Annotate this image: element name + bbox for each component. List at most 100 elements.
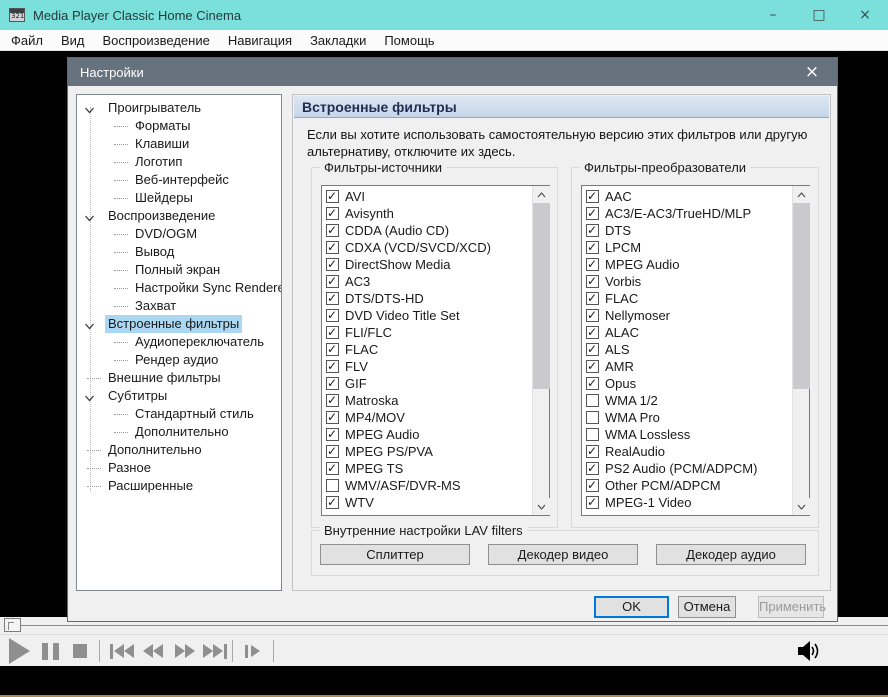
checkbox-checked-icon[interactable] <box>326 342 339 357</box>
ok-button[interactable]: OK <box>594 596 669 618</box>
chevron-down-icon[interactable] <box>84 103 95 114</box>
transform-filter-row[interactable]: PS2 Audio (PCM/ADPCM) <box>582 460 792 477</box>
skip-forward-button[interactable] <box>203 635 227 667</box>
checkbox-unchecked-icon[interactable] <box>586 428 599 441</box>
minimize-button[interactable]: – <box>750 0 796 30</box>
checkbox-checked-icon[interactable] <box>586 291 599 306</box>
checkbox-unchecked-icon[interactable] <box>326 479 339 492</box>
checkbox-checked-icon[interactable] <box>326 240 339 255</box>
tree-item-formats[interactable]: Форматы <box>77 117 281 135</box>
transform-filter-row[interactable]: Nellymoser <box>582 307 792 324</box>
checkbox-checked-icon[interactable] <box>586 342 599 357</box>
transform-filter-row[interactable]: AMR <box>582 358 792 375</box>
frame-step-button[interactable] <box>245 635 260 667</box>
checkbox-checked-icon[interactable] <box>326 427 339 442</box>
pause-button[interactable] <box>42 635 59 667</box>
checkbox-unchecked-icon[interactable] <box>586 394 599 407</box>
source-filter-row[interactable]: MPEG TS <box>322 460 532 477</box>
checkbox-checked-icon[interactable] <box>586 206 599 221</box>
source-filter-row[interactable]: Avisynth <box>322 205 532 222</box>
menu-navigation[interactable]: Навигация <box>219 30 301 51</box>
checkbox-checked-icon[interactable] <box>326 461 339 476</box>
transform-filter-row[interactable]: MPEG Audio <box>582 256 792 273</box>
transform-filter-row[interactable]: ALAC <box>582 324 792 341</box>
maximize-button[interactable]: □ <box>796 0 842 30</box>
tree-item-subtitles[interactable]: Субтитры <box>77 387 281 405</box>
seek-track[interactable] <box>21 625 888 626</box>
checkbox-checked-icon[interactable] <box>326 376 339 391</box>
stop-button[interactable] <box>73 635 87 667</box>
checkbox-checked-icon[interactable] <box>326 274 339 289</box>
play-button[interactable] <box>9 635 30 667</box>
checkbox-checked-icon[interactable] <box>326 393 339 408</box>
source-filter-row[interactable]: GIF <box>322 375 532 392</box>
chevron-down-icon[interactable] <box>84 211 95 222</box>
checkbox-checked-icon[interactable] <box>586 240 599 255</box>
checkbox-checked-icon[interactable] <box>586 308 599 323</box>
checkbox-checked-icon[interactable] <box>586 257 599 272</box>
checkbox-checked-icon[interactable] <box>586 376 599 391</box>
volume-mute-icon[interactable] <box>796 639 822 663</box>
source-filter-row[interactable]: MP4/MOV <box>322 409 532 426</box>
scroll-down-icon[interactable] <box>533 498 550 515</box>
tree-item-internal-filters[interactable]: Встроенные фильтры <box>77 315 281 333</box>
scroll-up-icon[interactable] <box>533 186 550 203</box>
checkbox-checked-icon[interactable] <box>326 495 339 510</box>
checkbox-checked-icon[interactable] <box>326 189 339 204</box>
tree-item-keys[interactable]: Клавиши <box>77 135 281 153</box>
transform-filter-row[interactable]: AAC <box>582 188 792 205</box>
checkbox-checked-icon[interactable] <box>586 359 599 374</box>
transform-filter-row[interactable]: WMA Lossless <box>582 426 792 443</box>
source-filter-row[interactable]: DTS/DTS-HD <box>322 290 532 307</box>
source-filter-row[interactable]: FLI/FLC <box>322 324 532 341</box>
source-filter-row[interactable]: AVI <box>322 188 532 205</box>
transform-filter-row[interactable]: FLAC <box>582 290 792 307</box>
transform-filter-row[interactable]: Opus <box>582 375 792 392</box>
checkbox-checked-icon[interactable] <box>326 308 339 323</box>
transform-filter-row[interactable]: WMA 1/2 <box>582 392 792 409</box>
tree-item-player[interactable]: Проигрыватель <box>77 99 281 117</box>
transform-filter-row[interactable]: Other PCM/ADPCM <box>582 477 792 494</box>
transform-filter-row[interactable]: RealAudio <box>582 443 792 460</box>
tree-item-default-style[interactable]: Стандартный стиль <box>77 405 281 423</box>
lav-splitter-button[interactable]: Сплиттер <box>320 544 470 565</box>
tree-item-fullscreen[interactable]: Полный экран <box>77 261 281 279</box>
transform-filter-row[interactable]: AC3/E-AC3/TrueHD/MLP <box>582 205 792 222</box>
tree-item-logo[interactable]: Логотип <box>77 153 281 171</box>
checkbox-checked-icon[interactable] <box>326 325 339 340</box>
tree-item-dvd-ogm[interactable]: DVD/OGM <box>77 225 281 243</box>
tree-item-sync-renderer[interactable]: Настройки Sync Renderer <box>77 279 281 297</box>
tree-item-audio-renderer[interactable]: Рендер аудио <box>77 351 281 369</box>
transform-filter-row[interactable]: WMA Pro <box>582 409 792 426</box>
source-filter-row[interactable]: MPEG Audio <box>322 426 532 443</box>
scrollbar[interactable] <box>532 186 550 515</box>
scrollbar-thumb[interactable] <box>533 203 550 389</box>
apply-button[interactable]: Применить <box>758 596 826 618</box>
source-filter-row[interactable]: CDXA (VCD/SVCD/XCD) <box>322 239 532 256</box>
scroll-up-icon[interactable] <box>793 186 810 203</box>
checkbox-checked-icon[interactable] <box>326 206 339 221</box>
source-filter-row[interactable]: WTV <box>322 494 532 511</box>
scrollbar[interactable] <box>792 186 810 515</box>
source-filter-row[interactable]: AC3 <box>322 273 532 290</box>
lav-audio-decoder-button[interactable]: Декодер аудио <box>656 544 806 565</box>
transform-filter-row[interactable]: Vorbis <box>582 273 792 290</box>
menu-playback[interactable]: Воспроизведение <box>94 30 219 51</box>
tree-item-subtitles-misc[interactable]: Дополнительно <box>77 423 281 441</box>
checkbox-checked-icon[interactable] <box>326 359 339 374</box>
close-button[interactable]: × <box>842 0 888 30</box>
tree-item-tweaks[interactable]: Дополнительно <box>77 441 281 459</box>
checkbox-checked-icon[interactable] <box>326 257 339 272</box>
increase-rate-button[interactable] <box>175 635 195 667</box>
tree-item-shaders[interactable]: Шейдеры <box>77 189 281 207</box>
checkbox-checked-icon[interactable] <box>586 495 599 510</box>
scroll-down-icon[interactable] <box>793 498 810 515</box>
transform-filter-row[interactable]: ALS <box>582 341 792 358</box>
transform-filter-row[interactable]: LPCM <box>582 239 792 256</box>
checkbox-checked-icon[interactable] <box>586 189 599 204</box>
checkbox-checked-icon[interactable] <box>586 223 599 238</box>
menu-view[interactable]: Вид <box>52 30 94 51</box>
checkbox-checked-icon[interactable] <box>586 444 599 459</box>
tree-item-playback[interactable]: Воспроизведение <box>77 207 281 225</box>
tree-item-external-filters[interactable]: Внешние фильтры <box>77 369 281 387</box>
